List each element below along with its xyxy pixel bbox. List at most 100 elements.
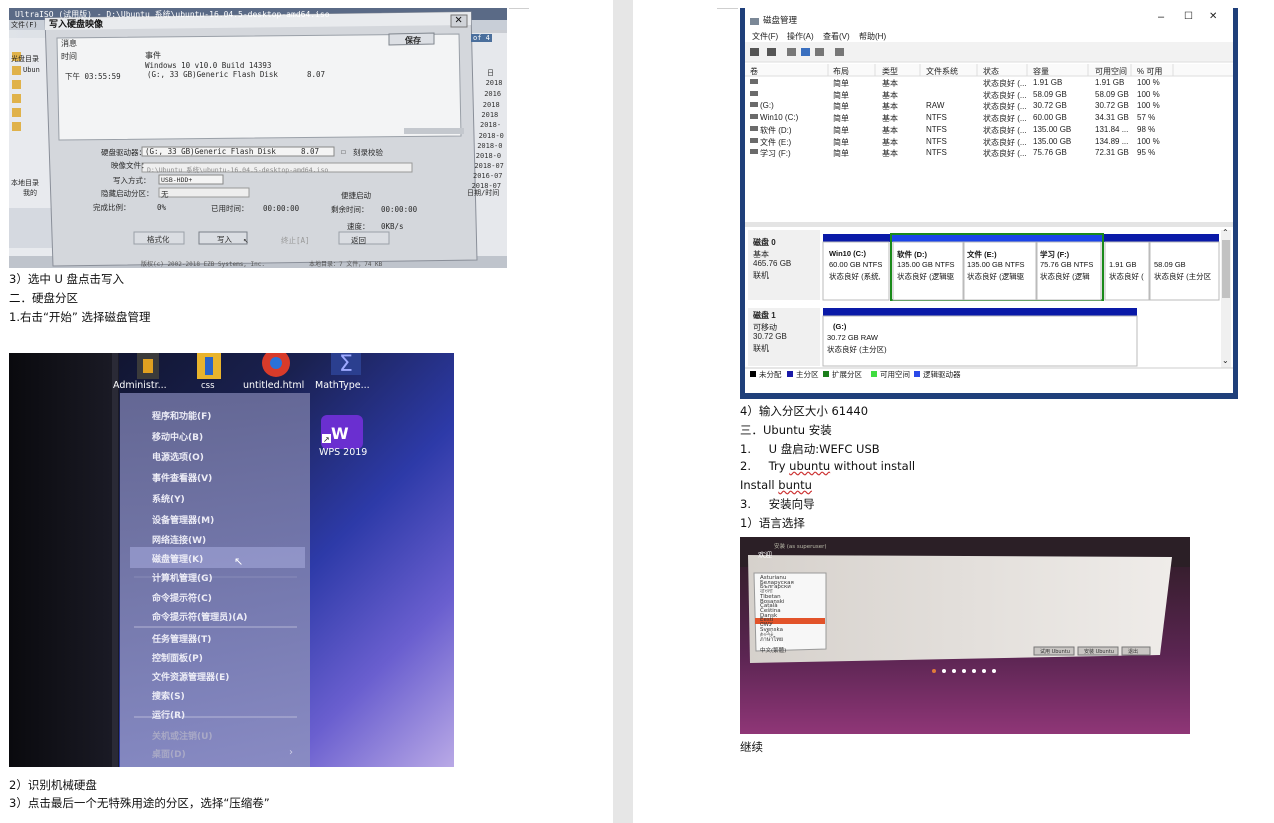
dm-cell[interactable]: (G:) [760, 101, 774, 110]
close-icon[interactable]: ✕ [1209, 11, 1217, 22]
winx-menu-item[interactable]: 运行(R) [152, 708, 185, 721]
dm-cell: 基本 [882, 90, 898, 100]
log-col-time: 时间 [61, 52, 77, 61]
winx-menu-item[interactable]: 电源选项(O) [152, 450, 204, 463]
section-heading-partition: 二．硬盘分区 [9, 291, 78, 305]
dm-cell: 72.31 GB [1095, 148, 1129, 158]
install-ubuntu-button[interactable]: 安装 Ubuntu [1084, 648, 1114, 655]
disk0-vol-name[interactable]: Win10 (C:) [829, 249, 866, 258]
winx-menu-item[interactable]: 文件资源管理器(E) [152, 670, 229, 683]
winx-menu-item[interactable]: 网络连接(W) [152, 533, 206, 546]
document-page-left: UltraISO (试用版) - D:\Ubuntu 系统\ubuntu-16.… [0, 0, 613, 823]
winx-menu-item[interactable]: 设备管理器(M) [152, 513, 214, 526]
stop-button[interactable]: 终止[A] [281, 235, 310, 246]
disk0-vol-name[interactable]: 文件 (E:) [967, 249, 997, 260]
winx-menu-item[interactable]: 磁盘管理(K) [152, 552, 203, 565]
save-button[interactable]: 保存 [405, 35, 421, 46]
dm-cell[interactable]: 文件 (E:) [760, 137, 791, 148]
format-button[interactable]: 格式化 [147, 234, 170, 245]
dm-cell: 135.00 GB [1033, 136, 1072, 146]
scroll-down-icon[interactable]: ⌄ [1222, 356, 1229, 365]
caption-continue: 继续 [740, 740, 763, 754]
winx-menu-item[interactable]: 控制面板(P) [152, 651, 203, 664]
dm-column-header[interactable]: % 可用 [1137, 66, 1162, 77]
winx-menu-item[interactable]: 关机或注销(U) [152, 729, 213, 742]
disk1-name[interactable]: 磁盘 1 [753, 310, 776, 321]
mouse-cursor-icon: ↖ [234, 555, 244, 568]
dm-cell: 57 % [1137, 113, 1156, 123]
dm-menu-item[interactable]: 操作(A) [787, 31, 814, 42]
list-text: 安装向导 [768, 497, 815, 511]
dm-cell: 100 % [1137, 136, 1160, 146]
desktop-icon-admin[interactable]: Administr... [113, 380, 167, 391]
disk0-name[interactable]: 磁盘 0 [753, 237, 776, 248]
disk0-vol-size: 58.09 GB [1154, 260, 1186, 269]
disk0-vol-name[interactable]: 学习 (F:) [1040, 249, 1069, 260]
dm-column-header[interactable]: 容量 [1033, 66, 1049, 77]
write-button[interactable]: 写入 [217, 234, 232, 245]
dm-cell[interactable]: 软件 (D:) [760, 125, 792, 136]
dm-column-header[interactable]: 文件系统 [926, 66, 958, 77]
log-time: 下午 03:55:59 [65, 72, 121, 81]
try-ubuntu-button[interactable]: 试用 Ubuntu [1040, 648, 1070, 655]
winx-menu-item[interactable]: 移动中心(B) [152, 430, 203, 443]
disk0-vol-name[interactable]: 软件 (D:) [897, 249, 927, 260]
minimize-icon[interactable]: – [1158, 11, 1164, 23]
winx-menu-item[interactable]: 命令提示符(管理员)(A) [152, 610, 247, 623]
winx-menu-item[interactable]: 桌面(D) [152, 747, 186, 760]
write-mode-select[interactable]: USB-HDD+ [161, 176, 192, 184]
dm-column-header[interactable]: 可用空间 [1095, 66, 1127, 77]
winx-menu-item[interactable]: 搜索(S) [152, 689, 185, 702]
desktop-icon-untitled-html[interactable]: untitled.html [243, 380, 304, 391]
desktop-icon-wps[interactable]: WPS 2019 [319, 447, 367, 458]
log-line-1: Windows 10 v10.0 Build 14393 [145, 61, 272, 70]
list-text-c: without install [830, 459, 916, 473]
list-text: U 盘启动:WEFC USB [768, 442, 880, 456]
maximize-icon[interactable]: ☐ [1184, 11, 1193, 22]
list-text-a: Try [768, 459, 790, 473]
tree-top[interactable]: Ubun [23, 66, 40, 74]
quit-button[interactable]: 退出 [1128, 648, 1138, 655]
winx-menu-item[interactable]: 命令提示符(C) [152, 591, 212, 604]
image-path[interactable]: D:\Ubuntu 系统\ubuntu-16.04.5-desktop-amd6… [147, 164, 328, 174]
svg-text:Σ: Σ [339, 353, 353, 377]
dm-menu-item[interactable]: 查看(V) [823, 31, 850, 42]
tab-disc-dir[interactable]: 光盘目录 [11, 54, 39, 64]
desktop-icon-mathtype[interactable]: MathType... [315, 380, 370, 391]
dm-column-header[interactable]: 布局 [833, 66, 849, 77]
dm-column-header[interactable]: 卷 [750, 66, 758, 77]
local-tree-item[interactable]: 我的 [23, 188, 37, 198]
hide-select[interactable]: 无 [161, 189, 169, 200]
verify-checkbox[interactable]: ☐ [341, 147, 346, 156]
dm-cell: 98 % [1137, 124, 1156, 134]
winx-menu-item[interactable]: 程序和功能(F) [152, 409, 211, 422]
dm-column-header[interactable]: 类型 [882, 66, 898, 77]
dm-column-header[interactable]: 状态 [983, 66, 999, 77]
dm-menu-item[interactable]: 帮助(H) [859, 31, 886, 42]
winx-menu-item[interactable]: 系统(Y) [152, 492, 185, 505]
elapsed-label: 已用时间： [211, 204, 249, 213]
dm-cell[interactable]: Win10 (C:) [760, 113, 798, 122]
drive-label: 硬盘驱动器： [101, 148, 146, 157]
drive-select[interactable]: (G:, 33 GB)Generic Flash Disk [145, 147, 276, 156]
boot-label[interactable]: 便捷启动 [341, 190, 371, 201]
dm-cell: 基本 [882, 102, 898, 112]
dm-cell[interactable]: 学习 (F:) [760, 148, 791, 159]
winx-menu-item[interactable]: 任务管理器(T) [152, 632, 211, 645]
close-icon[interactable]: ✕ [455, 12, 462, 26]
svg-text:W: W [331, 424, 349, 443]
winx-menu-item[interactable]: 计算机管理(G) [152, 571, 213, 584]
photo-background [740, 537, 1190, 673]
list-number: 3. [740, 497, 751, 511]
back-button[interactable]: 返回 [351, 235, 366, 246]
dm-menu-item[interactable]: 文件(F) [752, 31, 778, 42]
language-option[interactable]: 中文(繁體) [760, 646, 786, 654]
winx-menu-item[interactable]: 事件查看器(V) [152, 471, 212, 484]
disk1-vol-name[interactable]: (G:) [833, 322, 846, 331]
menu-file[interactable]: 文件(F) [11, 20, 38, 30]
desktop-icon-css[interactable]: css [201, 381, 215, 391]
disk-management-window: 磁盘管理 – ☐ ✕ 文件(F) 操作(A) 查看(V) 帮助(H) 卷 布局 类型 文件系… [740, 8, 1238, 399]
scroll-up-icon[interactable]: ⌃ [1222, 228, 1229, 237]
dm-cell: 58.09 GB [1033, 89, 1067, 99]
list-text-b: ubuntu [789, 459, 831, 473]
